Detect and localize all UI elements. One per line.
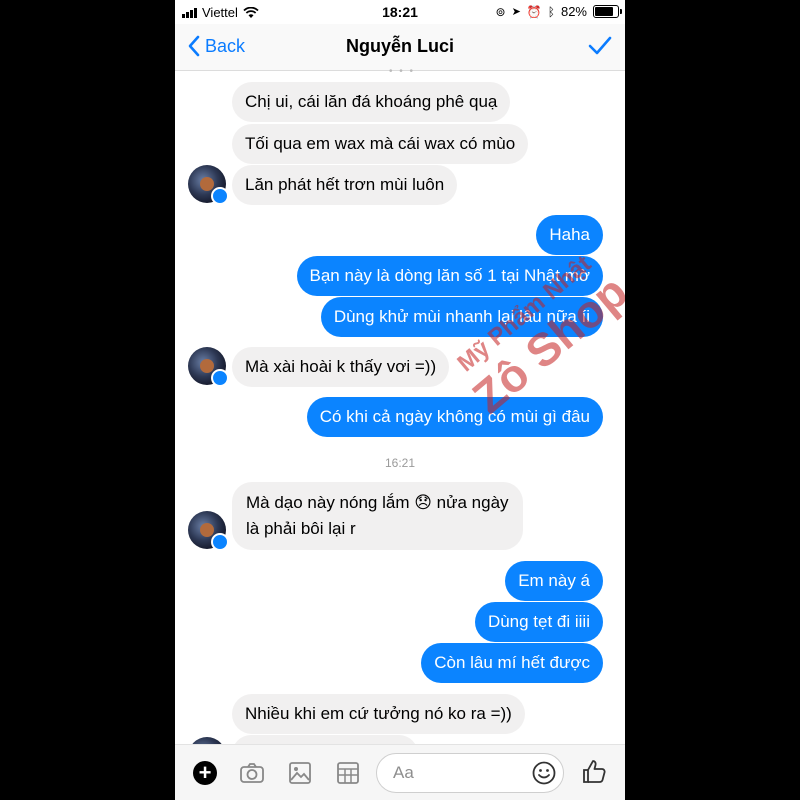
message-outgoing[interactable]: Em này á [505,561,603,601]
emoji-icon[interactable] [531,760,557,786]
contact-avatar[interactable] [188,347,229,387]
location-icon: ➤ [511,6,521,18]
message-incoming[interactable]: Mà xài hoài k thấy vơi =)) [232,347,450,387]
alarm-icon: ⏰ [526,4,542,19]
plus-icon[interactable]: + [193,761,217,785]
contact-avatar[interactable] [188,165,229,205]
navigation-bar: Back Nguyễn Luci [175,24,625,71]
scroll-indicator: • • • [389,66,416,77]
message-incoming[interactable]: Lăn phát hết trơn mùi luôn [232,165,458,205]
messenger-badge-icon [211,187,229,205]
image-icon[interactable] [286,759,314,787]
conversation-title: Nguyễn Luci [345,36,454,56]
avatar-face [200,359,214,373]
timestamp: 16:21 [384,456,416,470]
message-incoming-multiline[interactable]: Mà dạo này nóng lắm 😞 nửa ngày là phải b… [232,482,523,550]
avatar-face [200,177,214,191]
like-icon[interactable] [580,757,608,785]
message-outgoing[interactable]: Còn lâu mí hết được [421,643,603,683]
message-line: là phải bôi lại r [246,519,356,538]
message-input[interactable] [391,762,525,784]
message-outgoing[interactable]: Dùng khử mùi nhanh lại lâu nữa íi [320,297,603,337]
message-incoming[interactable]: Chị ui, cái lăn đá khoáng phê quạ [232,82,511,122]
battery-icon [593,5,622,18]
message-incoming[interactable]: Nhiều khi em cứ tưởng nó ko ra =)) [232,694,525,734]
message-input-box[interactable] [376,753,564,793]
camera-icon[interactable] [238,759,266,787]
message-incoming[interactable]: Tối qua em wax mà cái wax có mùo [232,124,529,164]
bluetooth-icon: ᛒ [547,4,555,19]
checkmark-icon[interactable] [587,33,613,59]
message-line: Mà dạo này nóng lắm 😞 nửa ngày [246,493,509,512]
messenger-badge-icon [211,369,229,387]
composer-bar: + [175,744,625,800]
message-outgoing[interactable]: Có khi cả ngày không có mùi gì đâu [306,397,603,437]
messenger-screen: Viettel 18:21 ⊚ ➤ ⏰ ᛒ 82% Back Nguyễn Lu… [175,0,625,800]
message-outgoing[interactable]: Dùng tẹt đi iiii [474,602,603,642]
status-bar: Viettel 18:21 ⊚ ➤ ⏰ ᛒ 82% [175,0,625,24]
battery-percent: 82% [560,4,587,19]
contact-avatar[interactable] [188,511,229,551]
rotation-lock-icon: ⊚ [495,4,506,19]
grid-icon[interactable] [334,759,362,787]
message-outgoing[interactable]: Bạn này là dòng lăn số 1 tại Nhật mờ [296,256,603,296]
message-outgoing[interactable]: Haha [536,215,603,255]
avatar-face [200,523,214,537]
messenger-badge-icon [211,533,229,551]
